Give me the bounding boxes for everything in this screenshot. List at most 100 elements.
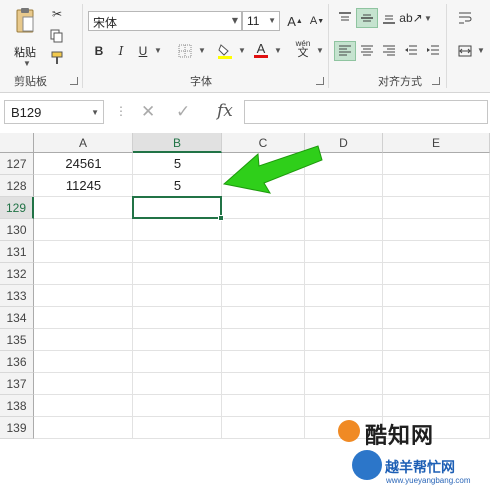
column-header-b[interactable]: B: [133, 133, 222, 153]
cell-b[interactable]: [133, 351, 222, 373]
cell-a[interactable]: [34, 329, 133, 351]
paste-dropdown-icon[interactable]: ▼: [23, 59, 31, 68]
align-left-icon[interactable]: [334, 41, 356, 61]
cell-a[interactable]: [34, 351, 133, 373]
chevron-down-icon: ▼: [231, 16, 238, 25]
cell-a[interactable]: [34, 219, 133, 241]
clipboard-group-label: 剪贴板: [14, 75, 47, 88]
merge-center-icon[interactable]: [454, 41, 476, 61]
cell-b[interactable]: [133, 219, 222, 241]
underline-button[interactable]: U: [132, 41, 154, 61]
paste-button[interactable]: 粘贴 ▼: [8, 4, 44, 68]
cell-b[interactable]: [133, 395, 222, 417]
align-right-icon[interactable]: [378, 41, 400, 61]
row-header[interactable]: 138: [0, 395, 34, 417]
name-box[interactable]: B129 ▼: [4, 100, 104, 124]
group-divider: [446, 4, 447, 88]
name-box-value: B129: [11, 105, 42, 120]
row-header[interactable]: 131: [0, 241, 34, 263]
cell-a[interactable]: [34, 307, 133, 329]
row-header[interactable]: 128: [0, 175, 34, 197]
italic-button[interactable]: I: [110, 41, 132, 61]
top-align-icon[interactable]: [334, 8, 356, 28]
row-header[interactable]: 132: [0, 263, 34, 285]
cell-b[interactable]: [133, 285, 222, 307]
font-group-label: 字体: [190, 75, 212, 88]
cell-a[interactable]: [34, 197, 133, 219]
font-color-icon[interactable]: A: [250, 40, 272, 60]
column-header-d[interactable]: D: [305, 133, 383, 153]
cut-icon[interactable]: ✂: [46, 4, 68, 24]
cell-b[interactable]: [133, 241, 222, 263]
font-color-dropdown-icon[interactable]: ▼: [274, 46, 282, 55]
orientation-dropdown-icon[interactable]: ▼: [424, 14, 432, 23]
cell-a[interactable]: 11245: [34, 175, 133, 197]
borders-dropdown-icon[interactable]: ▼: [198, 46, 206, 55]
cell-a[interactable]: [34, 285, 133, 307]
wrap-text-icon[interactable]: [454, 8, 476, 28]
font-name-select[interactable]: 宋体 ▼: [88, 11, 242, 31]
row-header[interactable]: 133: [0, 285, 34, 307]
column-header-a[interactable]: A: [34, 133, 133, 153]
cell-b[interactable]: 5: [133, 175, 222, 197]
insert-function-icon[interactable]: fx: [217, 101, 233, 121]
font-size-select[interactable]: 11 ▼: [242, 11, 280, 31]
row-header[interactable]: 130: [0, 219, 34, 241]
row-header[interactable]: 134: [0, 307, 34, 329]
cell-b[interactable]: [133, 329, 222, 351]
row-header[interactable]: 135: [0, 329, 34, 351]
cell-b[interactable]: 5: [133, 153, 222, 175]
orientation-icon[interactable]: ab↗: [399, 8, 422, 28]
column-header-c[interactable]: C: [222, 133, 305, 153]
format-painter-icon[interactable]: [46, 48, 68, 68]
select-all-corner[interactable]: [0, 133, 34, 153]
bold-button[interactable]: B: [88, 41, 110, 61]
watermark-logo-secondary-icon: [352, 450, 382, 480]
underline-dropdown-icon[interactable]: ▼: [154, 46, 162, 55]
align-center-icon[interactable]: [356, 41, 378, 61]
fill-color-icon[interactable]: [214, 41, 236, 61]
cell-b[interactable]: [133, 263, 222, 285]
increase-indent-icon[interactable]: [422, 41, 444, 61]
middle-align-icon[interactable]: [356, 8, 378, 28]
cell-b[interactable]: [133, 373, 222, 395]
font-launcher-icon[interactable]: [316, 77, 324, 85]
active-cell-border[interactable]: [132, 196, 222, 219]
watermark-brand: 酷知网: [365, 424, 435, 449]
decrease-indent-icon[interactable]: [400, 41, 422, 61]
cell-b[interactable]: [133, 307, 222, 329]
row-header[interactable]: 129: [0, 197, 34, 219]
phonetic-guide-icon[interactable]: wén 文: [290, 39, 316, 59]
clipboard-launcher-icon[interactable]: [70, 77, 78, 85]
cell-b[interactable]: [133, 417, 222, 439]
cell-a[interactable]: [34, 241, 133, 263]
cell-a[interactable]: [34, 395, 133, 417]
fill-color-dropdown-icon[interactable]: ▼: [238, 46, 246, 55]
column-header-e[interactable]: E: [383, 133, 490, 153]
row-header[interactable]: 136: [0, 351, 34, 373]
increase-font-icon[interactable]: A ▲: [284, 11, 306, 31]
copy-icon[interactable]: [46, 26, 68, 46]
cell-a[interactable]: [34, 373, 133, 395]
cell-a[interactable]: 24561: [34, 153, 133, 175]
cell-a[interactable]: [34, 263, 133, 285]
alignment-launcher-icon[interactable]: [432, 77, 440, 85]
group-divider: [82, 4, 83, 88]
row-header[interactable]: 127: [0, 153, 34, 175]
cancel-icon[interactable]: ✕: [141, 102, 155, 122]
decrease-font-icon[interactable]: A ▼: [306, 11, 328, 31]
row-header[interactable]: 137: [0, 373, 34, 395]
phonetic-dropdown-icon[interactable]: ▼: [316, 46, 324, 55]
chevron-down-icon[interactable]: ▼: [91, 108, 99, 117]
bottom-align-icon[interactable]: [378, 8, 400, 28]
cell-a[interactable]: [34, 417, 133, 439]
ribbon: 粘贴 ▼ ✂ 剪贴板 宋体 ▼ 11 ▼ A ▲ A ▼ B I U ▼ ▼ ▼ A…: [0, 0, 490, 93]
row-header[interactable]: 139: [0, 417, 34, 439]
enter-icon[interactable]: ✓: [176, 102, 190, 122]
watermark-logo-icon: [338, 420, 360, 442]
group-divider: [328, 4, 329, 88]
borders-icon[interactable]: [174, 41, 196, 61]
formula-input[interactable]: [244, 100, 488, 124]
drag-handle-icon[interactable]: ⋮: [115, 104, 127, 118]
merge-dropdown-icon[interactable]: ▼: [477, 46, 485, 55]
